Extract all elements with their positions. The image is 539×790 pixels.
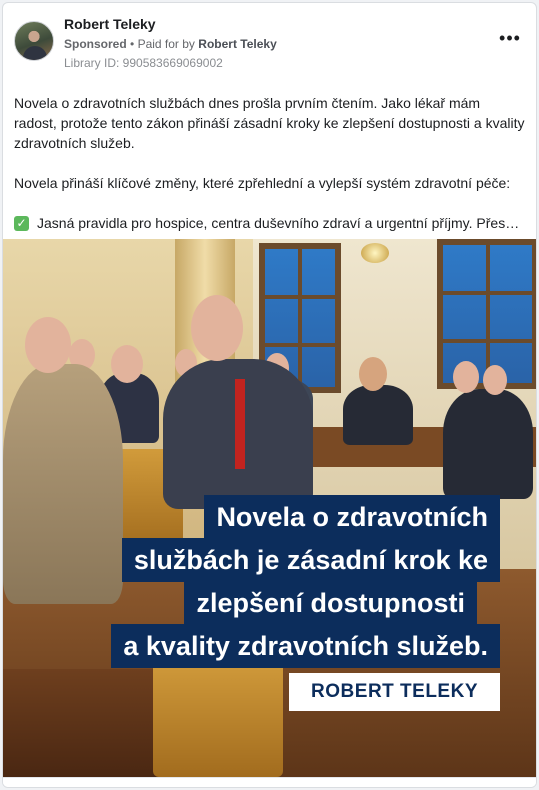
- more-horizontal-icon[interactable]: •••: [498, 29, 522, 51]
- sponsored-post-card: Robert Teleky Sponsored • Paid for by Ro…: [2, 2, 537, 788]
- avatar-figure: [23, 46, 47, 60]
- library-id: Library ID: 990583669069002: [64, 56, 223, 70]
- post-paragraph-1: Novela o zdravotních službách dnes prošl…: [14, 95, 525, 151]
- banner-line-4: a kvality zdravotních služeb.: [111, 624, 500, 668]
- payer-name[interactable]: Robert Teleky: [198, 37, 276, 51]
- photo-head: [25, 317, 71, 373]
- post-header: Robert Teleky Sponsored • Paid for by Ro…: [3, 3, 536, 83]
- banner-line-2: službách je zásadní krok ke: [121, 538, 500, 582]
- author-name[interactable]: Robert Teleky: [64, 16, 156, 32]
- sponsored-label: Sponsored: [64, 37, 127, 51]
- banner-signature: ROBERT TELEKY: [289, 673, 500, 711]
- sponsored-meta: Sponsored • Paid for by Robert Teleky: [64, 37, 277, 51]
- photo-head: [483, 365, 507, 395]
- photo-red-tie: [235, 379, 245, 469]
- meta-separator: •: [130, 37, 135, 51]
- photo-person: [343, 385, 413, 445]
- photo-chair: [153, 659, 283, 777]
- banner-line-1: Novela o zdravotních: [204, 495, 500, 539]
- photo-head: [359, 357, 387, 391]
- check-mark-icon: ✓: [14, 215, 29, 231]
- photo-window-right: [437, 239, 536, 389]
- post-image[interactable]: Novela o zdravotních službách je zásadní…: [3, 239, 536, 777]
- post-paragraph-2: Novela přináší klíčové změny, které zpře…: [14, 175, 511, 191]
- photo-person: [443, 389, 533, 499]
- photo-chandelier: [361, 243, 389, 263]
- post-footer: [3, 777, 536, 787]
- author-avatar[interactable]: [14, 21, 54, 61]
- photo-head: [111, 345, 143, 383]
- bullet-text: Jasná pravidla pro hospice, centra dušev…: [37, 215, 526, 231]
- banner-line-3: zlepšení dostupnosti: [184, 581, 477, 625]
- photo-person: [3, 364, 123, 604]
- photo-head: [453, 361, 479, 393]
- post-bullet-1: ✓ Jasná pravidla pro hospice, centra duš…: [14, 213, 526, 233]
- post-text: Novela o zdravotních službách dnes prošl…: [14, 93, 526, 233]
- photo-head-main: [191, 295, 243, 361]
- paid-for-text: Paid for by: [137, 37, 195, 51]
